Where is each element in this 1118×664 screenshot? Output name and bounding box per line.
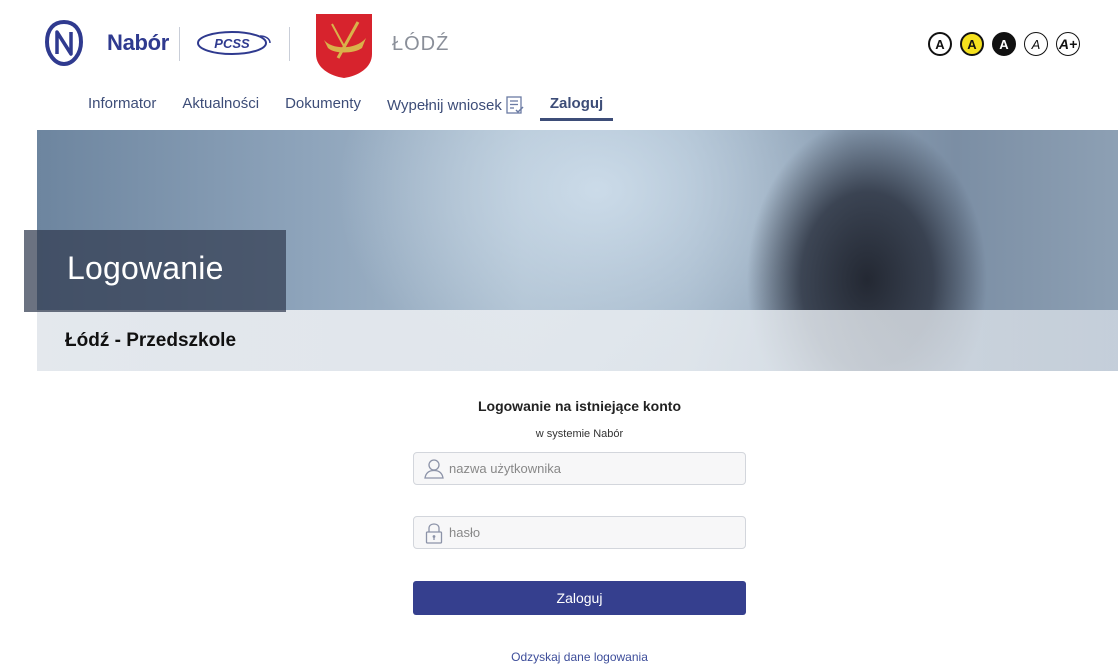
user-icon (424, 458, 444, 479)
city-name: ŁÓDŹ (392, 33, 450, 55)
lock-icon (425, 522, 443, 544)
nav-item-label: Wypełnij wniosek (386, 96, 502, 114)
nav-item-aktualnosci[interactable]: Aktualności (182, 95, 259, 118)
login-submit-button[interactable]: Zaloguj (413, 581, 746, 615)
page-subtitle: Łódź - Przedszkole (65, 330, 237, 351)
recover-credentials-link[interactable]: Odzyskaj dane logowania (413, 650, 746, 664)
font-larger-button[interactable]: A+ (1056, 32, 1080, 56)
header-divider (179, 27, 180, 61)
pcss-logo-text: PCSS (214, 36, 250, 51)
nav-item-informator[interactable]: Informator (88, 95, 156, 118)
username-field[interactable] (413, 452, 746, 485)
page-title: Logowanie (67, 250, 224, 286)
contrast-default-button[interactable]: A (928, 32, 952, 56)
accessibility-controls: A A A A A+ (928, 32, 1080, 56)
login-form-subtitle: w systemie Nabór (535, 428, 624, 440)
username-input[interactable] (449, 454, 729, 483)
contrast-dark-button[interactable]: A (992, 32, 1016, 56)
password-field[interactable] (413, 516, 746, 549)
form-checklist-icon (506, 96, 524, 114)
contrast-yellow-button[interactable]: A (960, 32, 984, 56)
brand-name[interactable]: Nabór (107, 30, 169, 56)
nabor-logo-icon[interactable] (44, 20, 84, 66)
site-header: Nabór PCSS ŁÓDŹ A A A A A+ Informator Ak… (0, 0, 1118, 130)
lodz-coat-of-arms-icon (316, 14, 372, 78)
nav-item-wypelnij-wniosek[interactable]: Wypełnij wniosek (387, 95, 524, 121)
pcss-logo-icon[interactable]: PCSS (196, 30, 274, 56)
font-normal-button[interactable]: A (1024, 32, 1048, 56)
nav-item-dokumenty[interactable]: Dokumenty (285, 95, 361, 118)
main-nav: Informator Aktualności Dokumenty Wypełni… (88, 95, 639, 121)
login-form-title: Logowanie na istniejące konto (477, 398, 682, 414)
password-input[interactable] (449, 518, 729, 547)
header-divider (289, 27, 290, 61)
nav-item-zaloguj[interactable]: Zaloguj (539, 95, 614, 121)
